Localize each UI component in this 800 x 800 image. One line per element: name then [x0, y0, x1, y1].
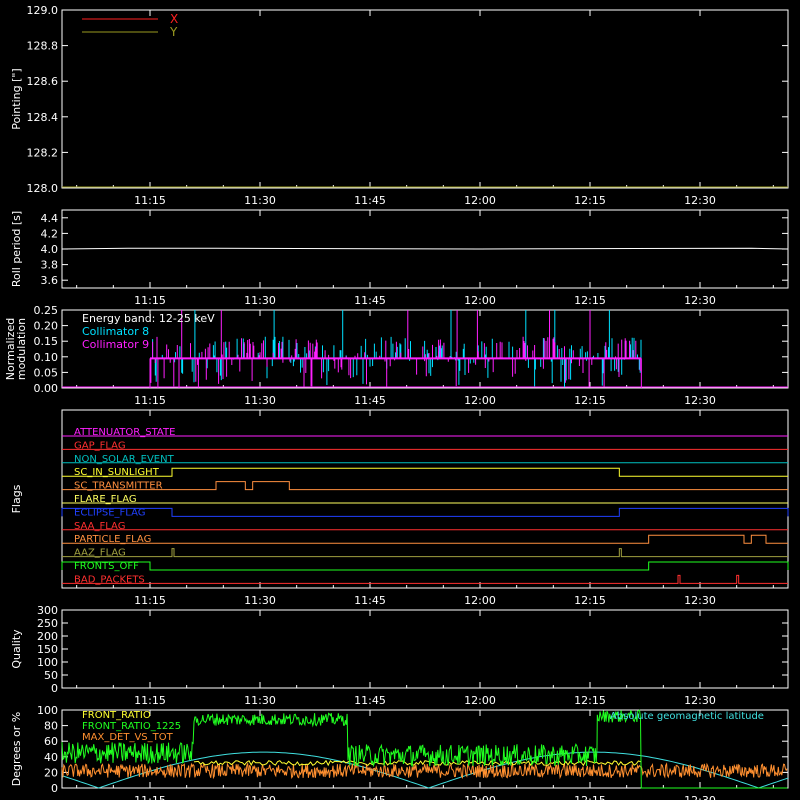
- y-tick-label: 4.0: [41, 243, 59, 256]
- legend-label: Absolute geomagnetic latitude: [610, 711, 764, 722]
- x-tick-label: 11:15: [134, 794, 166, 800]
- flag-label: AAZ_FLAG: [74, 548, 126, 559]
- y-tick-label: 100: [37, 656, 58, 669]
- y-axis-label: Degrees or %: [10, 712, 23, 786]
- x-tick-label: 11:30: [244, 394, 276, 407]
- flag-label: FLARE_FLAG: [74, 494, 137, 505]
- x-tick-label: 12:15: [574, 394, 606, 407]
- y-tick-label: 150: [37, 643, 58, 656]
- y-tick-label: 20: [44, 766, 58, 779]
- y-tick-label: 250: [37, 617, 58, 630]
- y-tick-label: 4.4: [41, 212, 59, 225]
- energy-band-annotation: Energy band: 12-25 keV: [82, 312, 215, 325]
- x-tick-label: 12:00: [464, 794, 496, 800]
- y-tick-label: 0: [51, 682, 58, 695]
- x-tick-label: 12:00: [464, 194, 496, 207]
- y-axis-label: modulation: [15, 318, 28, 380]
- legend-label: MAX_DET_VS_TOT: [82, 732, 174, 743]
- y-tick-label: 0.25: [34, 304, 59, 317]
- legend-label: FRONT_RATIO: [82, 710, 151, 721]
- x-tick-label: 12:30: [684, 694, 716, 707]
- y-tick-label: 128.2: [27, 146, 59, 159]
- rhessi-quicklook-figure: 11:15 11:30 11:45 12:00 12:15 12:30 128.0 128.2…: [0, 0, 800, 800]
- x-tick-label: 12:30: [684, 394, 716, 407]
- legend-label: Collimator 9: [82, 338, 149, 351]
- x-tick-label: 12:15: [574, 794, 606, 800]
- y-tick-label: 128.6: [27, 75, 59, 88]
- x-tick-label: 11:30: [244, 194, 276, 207]
- legend-label: Y: [169, 25, 178, 39]
- y-tick-label: 200: [37, 630, 58, 643]
- x-tick-label: 12:30: [684, 294, 716, 307]
- flag-label: FRONTS_OFF: [74, 561, 139, 572]
- y-tick-label: 128.0: [27, 182, 59, 195]
- flag-label: ECLIPSE_FLAG: [74, 507, 145, 518]
- x-tick-label: 11:30: [244, 594, 276, 607]
- x-tick-label: 11:45: [354, 194, 386, 207]
- y-axis-label: Flags: [10, 484, 23, 513]
- flag-label: BAD_PACKETS: [74, 574, 145, 585]
- y-tick-label: 0: [51, 782, 58, 795]
- flag-label: SC_IN_SUNLIGHT: [74, 467, 160, 478]
- x-tick-label: 11:15: [134, 194, 166, 207]
- x-tick-label: 12:30: [684, 794, 716, 800]
- x-tick-label: 12:00: [464, 394, 496, 407]
- x-tick-label: 11:45: [354, 694, 386, 707]
- x-tick-label: 12:00: [464, 694, 496, 707]
- x-tick-label: 11:15: [134, 294, 166, 307]
- legend-label: X: [170, 12, 178, 26]
- x-tick-label: 12:15: [574, 694, 606, 707]
- legend-label: FRONT_RATIO_1225: [82, 721, 181, 732]
- x-tick-label: 12:30: [684, 194, 716, 207]
- y-tick-label: 0.05: [34, 366, 59, 379]
- x-tick-label: 11:15: [134, 694, 166, 707]
- y-tick-label: 100: [37, 704, 58, 717]
- y-tick-label: 0.10: [34, 351, 59, 364]
- y-tick-label: 0.15: [34, 335, 59, 348]
- x-tick-label: 11:15: [134, 594, 166, 607]
- x-tick-label: 11:30: [244, 294, 276, 307]
- legend-label: Collimator 8: [82, 325, 149, 338]
- y-tick-label: 40: [44, 751, 58, 764]
- x-tick-label: 11:30: [244, 794, 276, 800]
- y-axis-label: Pointing ["]: [10, 68, 23, 129]
- x-tick-label: 12:00: [464, 294, 496, 307]
- flag-label: PARTICLE_FLAG: [74, 534, 151, 545]
- flag-label: SC_TRANSMITTER: [74, 481, 163, 492]
- x-tick-label: 11:30: [244, 694, 276, 707]
- y-tick-label: 128.4: [27, 111, 59, 124]
- flag-label: NON_SOLAR_EVENT: [74, 454, 175, 465]
- x-tick-label: 11:45: [354, 594, 386, 607]
- y-tick-label: 60: [44, 735, 58, 748]
- flag-label: ATTENUATOR_STATE: [74, 427, 175, 438]
- y-tick-label: 0.00: [34, 382, 59, 395]
- x-tick-label: 12:15: [574, 594, 606, 607]
- y-tick-label: 3.6: [41, 274, 59, 287]
- x-tick-label: 12:15: [574, 194, 606, 207]
- x-tick-label: 11:15: [134, 394, 166, 407]
- y-tick-label: 300: [37, 604, 58, 617]
- x-tick-label: 11:45: [354, 794, 386, 800]
- x-tick-label: 12:00: [464, 594, 496, 607]
- y-tick-label: 50: [44, 669, 58, 682]
- y-tick-label: 80: [44, 720, 58, 733]
- x-tick-label: 11:45: [354, 394, 386, 407]
- flag-label: GAP_FLAG: [74, 440, 126, 451]
- y-tick-label: 128.8: [27, 40, 59, 53]
- x-tick-label: 11:45: [354, 294, 386, 307]
- y-tick-label: 3.8: [41, 259, 59, 272]
- x-tick-label: 12:15: [574, 294, 606, 307]
- y-tick-label: 0.20: [34, 320, 59, 333]
- y-axis-label: Roll period [s]: [10, 211, 23, 287]
- y-tick-label: 129.0: [27, 4, 59, 17]
- y-axis-label: Quality: [10, 629, 23, 669]
- y-tick-label: 4.2: [41, 227, 59, 240]
- x-tick-label: 12:30: [684, 594, 716, 607]
- flag-label: SAA_FLAG: [74, 521, 125, 532]
